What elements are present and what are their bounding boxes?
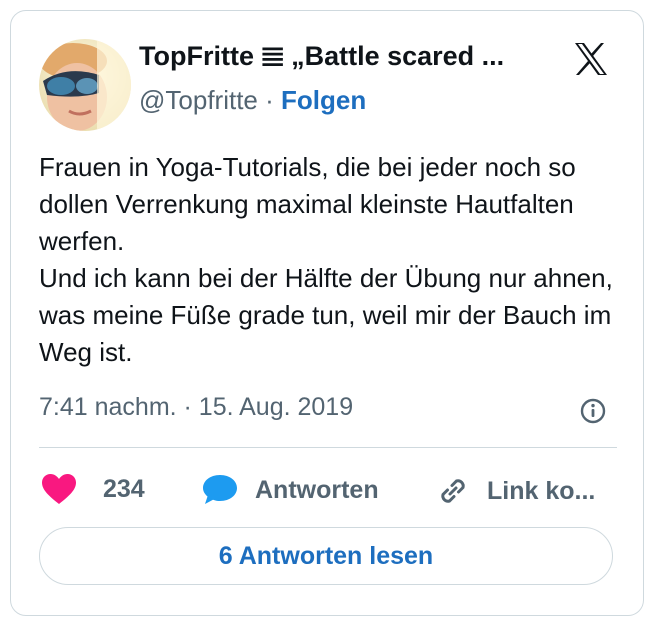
display-name: TopFritte xyxy=(139,41,254,71)
tweet-text: Frauen in Yoga-Tutorials, die bei jeder … xyxy=(39,152,613,367)
author-name[interactable]: TopFritte 𝌆 „Battle scared ... xyxy=(139,41,504,72)
link-icon xyxy=(441,479,465,503)
separator: · xyxy=(265,85,274,115)
reply-button[interactable]: Antworten xyxy=(201,473,379,507)
heart-icon xyxy=(42,474,76,504)
handle-row: @Topfritte · Folgen xyxy=(139,85,366,116)
copy-link-button[interactable]: Link ko... xyxy=(435,473,595,509)
speech-bubble-icon xyxy=(203,475,237,504)
menu-lines-icon: 𝌆 xyxy=(259,40,286,72)
read-replies-label: 6 Antworten lesen xyxy=(218,541,434,570)
avatar-image xyxy=(39,39,131,131)
x-logo-icon[interactable] xyxy=(571,39,611,79)
avatar[interactable] xyxy=(39,39,131,131)
follow-link[interactable]: Folgen xyxy=(281,85,366,115)
author-handle[interactable]: @Topfritte xyxy=(139,85,258,115)
timestamp[interactable]: 7:41 nachm. · 15. Aug. 2019 xyxy=(39,393,353,422)
copy-link-label: Link ko... xyxy=(487,476,596,505)
name-suffix: „Battle scared ... xyxy=(291,41,505,71)
info-icon[interactable] xyxy=(579,397,607,425)
like-count: 234 xyxy=(103,474,145,503)
divider xyxy=(39,447,617,448)
read-replies-button[interactable]: 6 Antworten lesen xyxy=(39,527,613,585)
like-button[interactable]: 234 xyxy=(41,473,145,505)
reply-label: Antworten xyxy=(255,475,379,504)
tweet-card: TopFritte 𝌆 „Battle scared ... @Topfritt… xyxy=(10,10,644,616)
